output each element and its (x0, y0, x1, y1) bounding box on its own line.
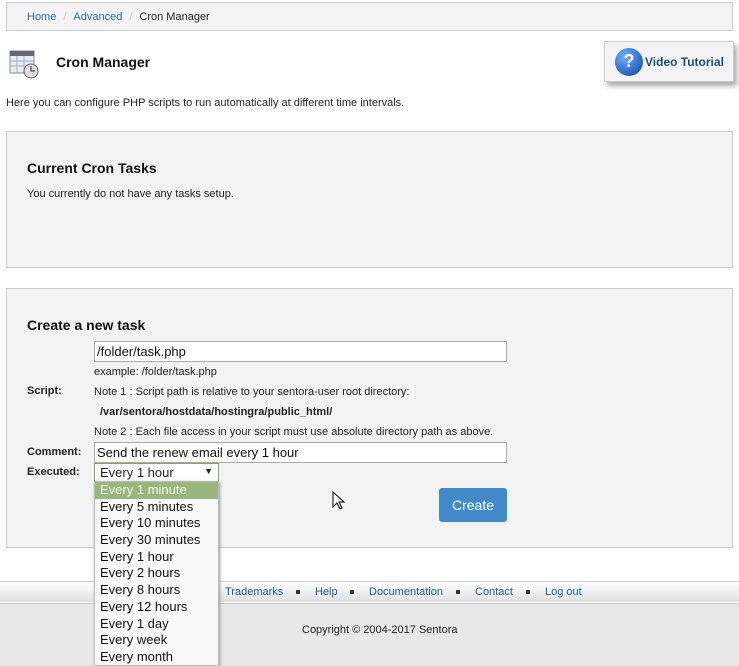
breadcrumb-current: Cron Manager (139, 11, 210, 23)
dropdown-arrow-icon: ▼ (204, 466, 213, 476)
create-button[interactable]: Create (439, 488, 507, 522)
comment-label: Comment: (27, 446, 82, 458)
dropdown-option[interactable]: Every month (95, 649, 218, 666)
dropdown-option[interactable]: Every 2 hours (95, 565, 218, 582)
dropdown-option[interactable]: Every 1 minute (95, 482, 218, 499)
breadcrumb: Home / Advanced / Cron Manager (6, 2, 733, 31)
current-tasks-title: Current Cron Tasks (27, 160, 157, 176)
breadcrumb-home[interactable]: Home (27, 11, 56, 23)
script-input[interactable] (94, 341, 507, 362)
calendar-clock-icon (8, 47, 40, 82)
breadcrumb-advanced[interactable]: Advanced (73, 11, 122, 23)
footer-link-help[interactable]: Help (315, 586, 338, 598)
footer-link-documentation[interactable]: Documentation (369, 586, 443, 598)
copyright: Copyright © 2004-2017 Sentora (302, 624, 458, 636)
mouse-cursor-icon (332, 490, 346, 514)
script-example: example: /folder/task.php (94, 366, 217, 378)
dropdown-option[interactable]: Every 30 minutes (95, 532, 218, 549)
help-icon: ? (615, 47, 643, 76)
note-1: Note 1 : Script path is relative to your… (94, 386, 410, 398)
video-tutorial-button[interactable]: ? Video Tutorial (604, 41, 734, 82)
create-task-title: Create a new task (27, 317, 146, 333)
current-tasks-panel: Current Cron Tasks You currently do not … (6, 131, 733, 268)
comment-input[interactable] (94, 442, 507, 463)
footer-link-logout[interactable]: Log out (545, 586, 582, 598)
dropdown-option[interactable]: Every 1 day (95, 616, 218, 633)
footer-link-contact[interactable]: Contact (475, 586, 513, 598)
dropdown-option[interactable]: Every 10 minutes (95, 515, 218, 532)
footer-link-trademarks[interactable]: Trademarks (225, 586, 283, 598)
root-path: /var/sentora/hostdata/hostingra/public_h… (100, 406, 333, 418)
page-description: Here you can configure PHP scripts to ru… (6, 97, 405, 109)
dropdown-option[interactable]: Every 12 hours (95, 599, 218, 616)
dropdown-option[interactable]: Every 1 hour (95, 549, 218, 566)
script-label: Script: (27, 385, 62, 397)
executed-value: Every 1 hour (100, 465, 174, 480)
dropdown-option[interactable]: Every 8 hours (95, 582, 218, 599)
executed-dropdown-list[interactable]: Every 1 minute Every 5 minutes Every 10 mi… (94, 481, 219, 666)
note-2: Note 2 : Each file access in your script… (94, 426, 494, 438)
dropdown-option[interactable]: Every 5 minutes (95, 499, 218, 516)
video-tutorial-label: Video Tutorial (645, 54, 724, 69)
executed-select[interactable]: Every 1 hour ▼ (94, 463, 219, 482)
page-title: Cron Manager (56, 54, 151, 70)
dropdown-option[interactable]: Every week (95, 632, 218, 649)
executed-label: Executed: (27, 466, 80, 478)
no-tasks-text: You currently do not have any tasks setu… (27, 188, 234, 200)
